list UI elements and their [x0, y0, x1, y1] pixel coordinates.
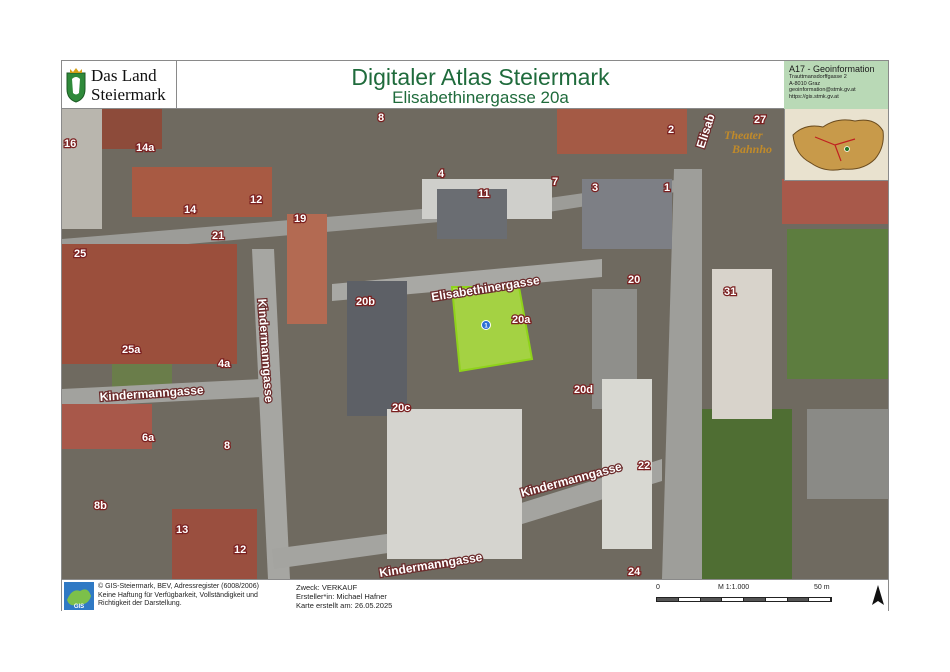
building-roof — [62, 244, 237, 364]
map-sheet: Das Land Steiermark Digitaler Atlas Stei… — [61, 60, 889, 611]
house-number: 31 — [724, 286, 736, 298]
map-footer: GIS © GIS-Steiermark, BEV, Adressregiste… — [62, 579, 888, 611]
highlighted-parcel[interactable] — [450, 286, 534, 373]
steiermark-crest-icon — [66, 68, 86, 103]
aerial-map[interactable]: 1 Elisabethinergasse Kindermanngasse Kin… — [62, 109, 888, 579]
map-header: Das Land Steiermark Digitaler Atlas Stei… — [62, 61, 888, 109]
building-roof — [807, 409, 888, 499]
map-purpose-block: Zweck: VERKAUF Ersteller*in: Michael Haf… — [296, 583, 476, 610]
scale-ratio-label: M 1:1.000 — [718, 584, 750, 591]
house-number: 14 — [184, 204, 197, 216]
disclaimer-text: Keine Haftung für Verfügbarkeit, Vollstä… — [98, 591, 258, 608]
copyright-text: © GIS-Steiermark, BEV, Adressregister (6… — [98, 583, 259, 590]
overview-inset-map — [784, 109, 888, 181]
house-number: 24 — [628, 566, 641, 578]
purpose-text: Zweck: VERKAUF — [296, 583, 358, 592]
house-number: 21 — [212, 230, 224, 242]
house-number: 20d — [574, 384, 593, 396]
scale-bar: 0 M 1:1.000 50 m — [656, 584, 856, 608]
gis-steiermark-logo-icon: GIS — [64, 582, 94, 610]
house-number: 25 — [74, 248, 86, 260]
copyright-notice: © GIS-Steiermark, BEV, Adressregister (6… — [98, 583, 288, 609]
house-number: 20c — [392, 402, 410, 414]
building-roof — [782, 179, 888, 224]
house-number: 11 — [478, 188, 490, 200]
park-area — [702, 409, 792, 579]
poi-bahnhof: Bahnho — [731, 142, 772, 156]
house-number: 12 — [234, 544, 246, 556]
house-number: 13 — [176, 524, 188, 536]
house-number: 4a — [218, 358, 231, 370]
house-number: 1 — [664, 182, 670, 194]
house-number: 20a — [512, 314, 531, 326]
logo-line-1: Das Land — [91, 66, 157, 85]
publisher-url[interactable]: https://gis.stmk.gv.at — [789, 94, 883, 101]
author-text: Ersteller*in: Michael Hafner — [296, 592, 387, 601]
house-number: 12 — [250, 194, 262, 206]
house-number: 20b — [356, 296, 375, 308]
aerial-map-canvas[interactable]: 1 Elisabethinergasse Kindermanngasse Kin… — [62, 109, 888, 579]
house-number: 14a — [136, 142, 155, 154]
building-roof — [712, 269, 772, 419]
created-date-text: Karte erstellt am: 26.05.2025 — [296, 601, 393, 610]
house-number: 16 — [64, 138, 76, 150]
house-number: 8 — [378, 112, 384, 124]
house-number: 8b — [94, 500, 107, 512]
styria-overview-icon — [792, 119, 884, 171]
publisher-name: A17 - Geoinformation — [789, 64, 875, 74]
north-arrow-icon — [872, 585, 884, 605]
map-subtitle: Elisabethinergasse 20a — [392, 88, 569, 107]
building-roof — [287, 214, 327, 324]
scale-zero-label: 0 — [656, 584, 660, 591]
svg-text:GIS: GIS — [74, 604, 84, 610]
house-number: 19 — [294, 213, 306, 225]
map-title: Digitaler Atlas Steiermark — [351, 64, 610, 90]
house-number: 8 — [224, 440, 230, 452]
building-roof — [132, 167, 272, 217]
publisher-info: A17 - Geoinformation Trauttmansdorffgass… — [784, 61, 888, 109]
house-number: 22 — [638, 460, 650, 472]
land-steiermark-logo: Das Land Steiermark — [62, 61, 177, 109]
scale-end-label: 50 m — [814, 584, 830, 591]
house-number: 27 — [754, 114, 766, 126]
house-number: 7 — [552, 176, 558, 188]
building-roof — [62, 404, 152, 449]
house-number: 25a — [122, 344, 141, 356]
building-roof — [62, 109, 102, 229]
park-area — [787, 229, 888, 379]
house-number: 20 — [628, 274, 640, 286]
house-number: 6a — [142, 432, 155, 444]
poi-theater: Theater — [724, 128, 763, 142]
building-roof — [437, 189, 507, 239]
house-number: 2 — [668, 124, 674, 136]
logo-line-2: Steiermark — [91, 85, 166, 104]
house-number: 3 — [592, 182, 598, 194]
building-roof — [387, 409, 522, 559]
house-number: 4 — [438, 168, 445, 180]
title-block: Digitaler Atlas Steiermark Elisabethiner… — [177, 61, 784, 109]
scale-bar-graphic — [656, 597, 832, 602]
